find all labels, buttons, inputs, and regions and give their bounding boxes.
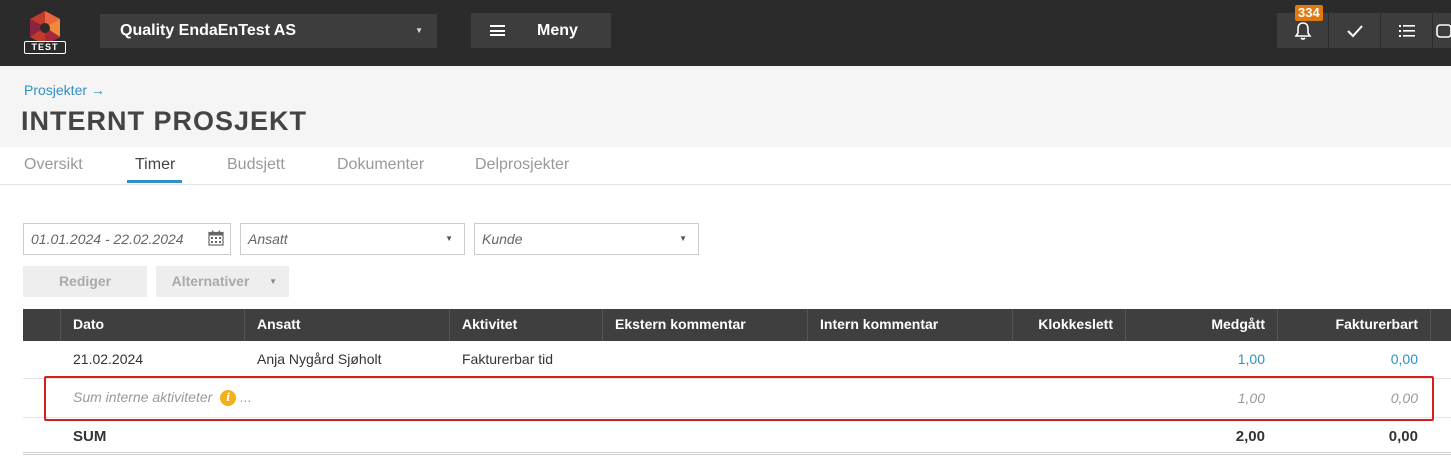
sum-fakturerbart: 0,00 xyxy=(1388,428,1418,445)
cell-dato: 21.02.2024 xyxy=(73,351,144,367)
list-button[interactable] xyxy=(1380,13,1432,48)
checkmark-icon xyxy=(1346,25,1363,38)
edit-button[interactable]: Rediger xyxy=(23,266,147,297)
tab-timer[interactable]: Timer xyxy=(135,156,175,174)
project-tabs: Oversikt Timer Budsjett Dokumenter Delpr… xyxy=(0,147,1451,185)
menu-button[interactable]: Meny xyxy=(471,13,611,48)
caret-down-icon: ▼ xyxy=(679,234,687,243)
tasks-button[interactable] xyxy=(1328,13,1380,48)
logo-test-label: TEST xyxy=(24,41,66,54)
ansatt-select[interactable]: Ansatt ▼ xyxy=(240,223,465,255)
column-header-klokkeslett[interactable]: Klokkeslett xyxy=(1012,309,1125,341)
tab-dokumenter[interactable]: Dokumenter xyxy=(337,156,424,174)
alternatives-button[interactable]: Alternativer ▼ xyxy=(156,266,289,297)
breadcrumb-projects-link[interactable]: Prosjekter → xyxy=(24,82,105,98)
column-header-ansatt[interactable]: Ansatt xyxy=(244,309,449,341)
column-header-intern-kommentar[interactable]: Intern kommentar xyxy=(807,309,1012,341)
chat-icon xyxy=(1436,24,1451,38)
notification-count-badge: 334 xyxy=(1295,5,1323,21)
caret-down-icon: ▼ xyxy=(445,234,453,243)
select-column-header[interactable] xyxy=(23,309,60,341)
ansatt-placeholder: Ansatt xyxy=(248,231,288,247)
tab-budsjett[interactable]: Budsjett xyxy=(227,156,285,174)
calendar-icon[interactable] xyxy=(208,230,224,246)
date-range-value: 01.01.2024 - 22.02.2024 xyxy=(31,231,184,247)
caret-down-icon: ▼ xyxy=(269,277,277,286)
kunde-placeholder: Kunde xyxy=(482,231,523,247)
sum-label: SUM xyxy=(73,428,107,445)
column-header-dato[interactable]: Dato xyxy=(60,309,244,341)
bell-icon xyxy=(1294,22,1311,40)
top-bar: TEST Quality EndaEnTest AS ▼ Meny 334 xyxy=(0,0,1451,66)
cell-fakturerbart-link[interactable]: 0,00 xyxy=(1277,351,1418,367)
tab-oversikt[interactable]: Oversikt xyxy=(24,156,83,174)
page-header: Prosjekter → INTERNT PROSJEKT xyxy=(0,66,1451,147)
hamburger-icon xyxy=(490,25,505,36)
list-icon xyxy=(1398,25,1415,37)
table-row[interactable]: 21.02.2024 Anja Nygård Sjøholt Fakturerb… xyxy=(23,341,1451,379)
column-header-aktivitet[interactable]: Aktivitet xyxy=(449,309,602,341)
chat-button[interactable] xyxy=(1432,13,1451,48)
sum-medgatt: 2,00 xyxy=(1235,428,1265,445)
cell-aktivitet: Fakturerbar tid xyxy=(462,351,554,367)
highlight-annotation-box xyxy=(44,376,1434,421)
cell-medgatt-link[interactable]: 1,00 xyxy=(1125,351,1265,367)
menu-label: Meny xyxy=(537,22,578,39)
cell-ansatt: Anja Nygård Sjøholt xyxy=(257,351,382,367)
column-header-fakturerbart[interactable]: Fakturerbart xyxy=(1277,309,1430,341)
alternatives-label: Alternativer xyxy=(171,273,250,289)
company-selector[interactable]: Quality EndaEnTest AS ▼ xyxy=(100,14,437,48)
kunde-select[interactable]: Kunde ▼ xyxy=(474,223,699,255)
active-tab-indicator xyxy=(127,180,182,183)
page-title: INTERNT PROSJEKT xyxy=(21,106,308,136)
tab-delprosjekter[interactable]: Delprosjekter xyxy=(475,156,569,174)
column-header-medgatt[interactable]: Medgått xyxy=(1125,309,1277,341)
table-header: Dato Ansatt Aktivitet Ekstern kommentar … xyxy=(23,309,1451,341)
caret-down-icon: ▼ xyxy=(415,26,423,35)
company-name: Quality EndaEnTest AS xyxy=(120,22,297,39)
date-range-input[interactable]: 01.01.2024 - 22.02.2024 xyxy=(23,223,231,255)
column-header-extra xyxy=(1430,309,1451,341)
column-header-ekstern-kommentar[interactable]: Ekstern kommentar xyxy=(602,309,807,341)
sum-row: SUM 2,00 0,00 xyxy=(23,418,1451,455)
